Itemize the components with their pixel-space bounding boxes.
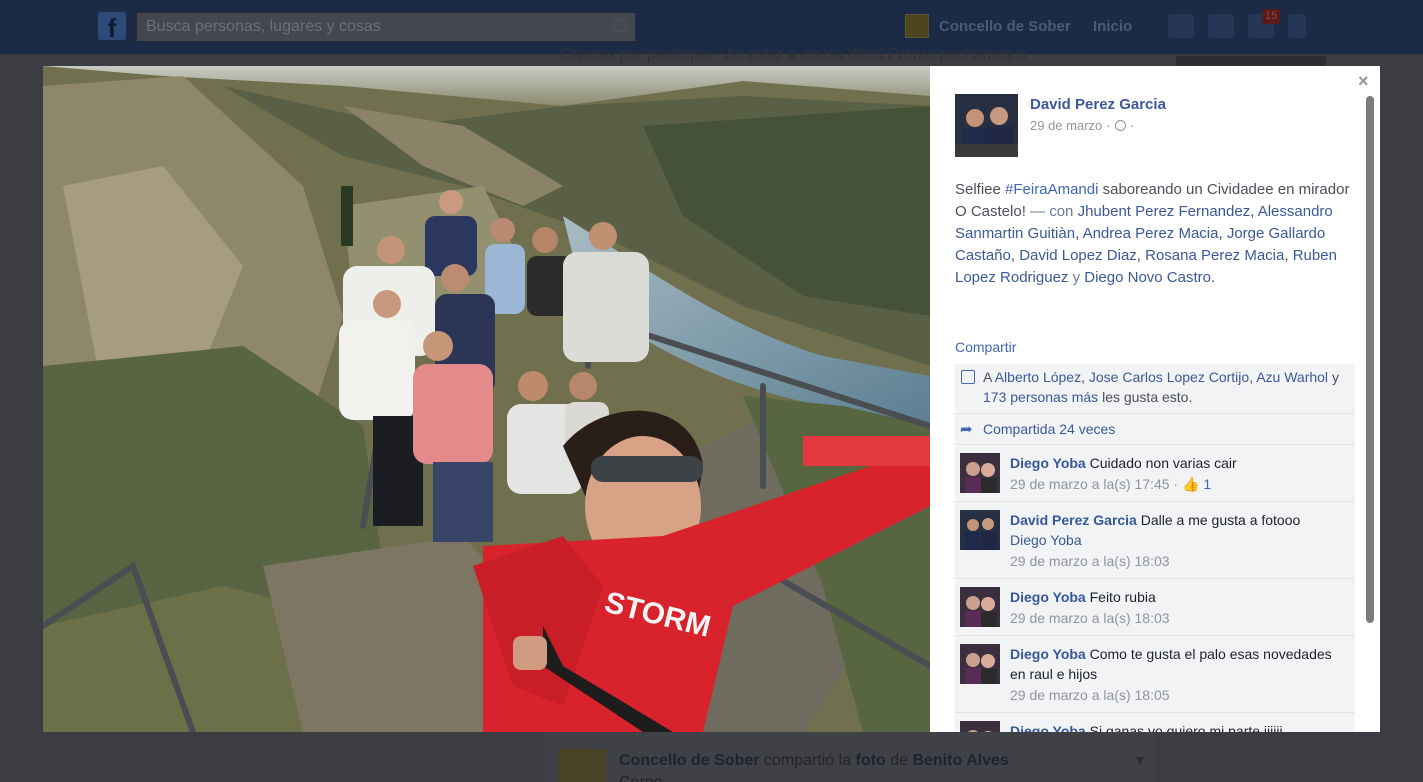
search-input[interactable]: Busca personas, lugares y cosas: [136, 12, 636, 42]
feedback-section: A Alberto López, Jose Carlos Lopez Corti…: [955, 364, 1355, 732]
photo-viewer: STORM × David Perez Garcia 29 de marzo ·: [43, 66, 1380, 732]
search-icon[interactable]: [613, 19, 627, 33]
commenter-name[interactable]: Diego Yoba: [1010, 646, 1086, 662]
notifications-badge: 15: [1262, 9, 1281, 24]
photo[interactable]: STORM: [43, 66, 930, 732]
commenter-avatar[interactable]: [960, 510, 1000, 550]
background-post-author: Concello de Sober: [619, 752, 760, 769]
comment-body: Diego Yoba Cuidado non varias cair: [1010, 453, 1349, 473]
comment-body: Diego Yoba Feito rubia: [1010, 587, 1349, 607]
comment: Diego Yoba Como te gusta el palo esas no…: [955, 636, 1355, 713]
caption-text: Selfiee: [955, 181, 1001, 198]
post-caption: Selfiee #FeiraAmandi saboreando un Civid…: [955, 181, 1350, 286]
tagged-person-link[interactable]: Jhubent Perez Fernandez: [1078, 203, 1251, 220]
post-meta: 29 de marzo · ·: [1030, 118, 1134, 133]
likes-prefix: A: [983, 369, 992, 385]
commenter-name[interactable]: Diego Yoba: [1010, 455, 1086, 471]
comment-text: Cuidado non varias cair: [1089, 455, 1237, 471]
comment-time[interactable]: 29 de marzo a la(s) 17:45: [1010, 476, 1170, 492]
and-word: y: [1072, 269, 1081, 286]
hashtag-link[interactable]: #FeiraAmandi: [1005, 181, 1098, 198]
background-status-text: Gracias por participar. Vai estar a cous…: [560, 46, 1027, 63]
thumbs-up-icon: [961, 370, 975, 384]
commenter-name[interactable]: Diego Yoba: [1010, 589, 1086, 605]
comment-meta: 29 de marzo a la(s) 18:03: [1010, 609, 1349, 627]
background-post-avatar: [558, 749, 606, 782]
comment-body: Diego Yoba Si ganas yo quiero mi parte j…: [1010, 721, 1349, 732]
close-icon[interactable]: ×: [1358, 71, 1369, 92]
selfie-photo-illustration: STORM: [43, 66, 930, 732]
tagged-person-link[interactable]: Andrea Perez Macia: [1083, 225, 1219, 242]
liker-link[interactable]: Azu Warhol: [1256, 369, 1328, 385]
comment: Diego Yoba Cuidado non varias cair 29 de…: [955, 445, 1355, 502]
likes-suffix: les gusta esto.: [1102, 389, 1193, 405]
account-menu-icon[interactable]: [1288, 14, 1306, 38]
comment-meta: 29 de marzo a la(s) 18:05: [1010, 686, 1349, 704]
background-post-prep: de: [890, 752, 908, 769]
with-label: — con: [1030, 203, 1074, 220]
author-name[interactable]: David Perez Garcia: [1030, 96, 1166, 113]
comment-time[interactable]: 29 de marzo a la(s) 18:03: [1010, 610, 1170, 626]
page-avatar: [905, 14, 929, 38]
background-post-header: Concello de Sober compartió la foto de B…: [619, 752, 1009, 770]
commenter-avatar[interactable]: [960, 644, 1000, 684]
commenter-name[interactable]: David Perez Garcia: [1010, 512, 1137, 528]
background-post-line2: Corpo: [619, 774, 663, 782]
comment-meta: 29 de marzo a la(s) 17:45 · 👍 1: [1010, 476, 1212, 492]
search-placeholder: Busca personas, lugares y cosas: [146, 18, 381, 35]
separator-dot: ·: [1129, 118, 1134, 133]
caption-period: .: [1211, 269, 1216, 286]
comment-time[interactable]: 29 de marzo a la(s) 18:03: [1010, 553, 1170, 569]
scrollbar-thumb[interactable]: [1366, 96, 1374, 623]
background-post-object: foto: [855, 752, 886, 769]
shares-count-label: Compartida 24 veces: [983, 421, 1116, 437]
background-post-source: Benito Alves: [912, 752, 1009, 769]
comment: Diego Yoba Feito rubia 29 de marzo a la(…: [955, 579, 1355, 636]
author-avatar[interactable]: [955, 94, 1018, 157]
scrollbar[interactable]: [1364, 94, 1375, 732]
mention-link[interactable]: Diego Yoba: [1010, 532, 1082, 548]
share-arrow-icon: ➦: [960, 421, 973, 438]
comment-text: Dalle a me gusta a fotooo: [1140, 512, 1301, 528]
likes-and: y: [1331, 369, 1339, 385]
likes-summary: A Alberto López, Jose Carlos Lopez Corti…: [955, 364, 1355, 414]
tagged-person-link[interactable]: Diego Novo Castro: [1084, 269, 1211, 286]
comment-like-count[interactable]: 1: [1203, 476, 1211, 492]
globe-icon[interactable]: [1114, 120, 1126, 131]
comment-meta: 29 de marzo a la(s) 18:03: [1010, 552, 1349, 570]
comment-body: Diego Yoba Como te gusta el palo esas no…: [1010, 644, 1349, 684]
liker-link[interactable]: Alberto López: [995, 369, 1081, 385]
comment-text: Feito rubia: [1089, 589, 1156, 605]
post-date[interactable]: 29 de marzo: [1030, 118, 1102, 133]
separator-dot: ·: [1106, 118, 1111, 133]
commenter-name[interactable]: Diego Yoba: [1010, 723, 1086, 732]
commenter-avatar[interactable]: [960, 587, 1000, 627]
page-shortcut[interactable]: Concello de Sober: [905, 14, 1071, 38]
more-likers-link[interactable]: 173 personas más: [983, 389, 1098, 405]
shares-count-link[interactable]: ➦ Compartida 24 veces: [955, 414, 1355, 445]
comment-time[interactable]: 29 de marzo a la(s) 18:05: [1010, 687, 1170, 703]
photo-sidebar: × David Perez Garcia 29 de marzo · · Sel…: [930, 66, 1380, 732]
messages-icon[interactable]: [1208, 14, 1234, 38]
friend-requests-icon[interactable]: [1168, 14, 1194, 38]
share-button[interactable]: Compartir: [955, 339, 1016, 355]
page-shortcut-label: Concello de Sober: [939, 17, 1071, 35]
commenter-avatar[interactable]: [960, 721, 1000, 732]
comment-body: David Perez Garcia Dalle a me gusta a fo…: [1010, 510, 1349, 550]
background-post-verb: compartió la: [763, 752, 852, 769]
chevron-down-icon[interactable]: ▼: [1133, 752, 1147, 768]
comment: David Perez Garcia Dalle a me gusta a fo…: [955, 502, 1355, 579]
comment: Diego Yoba Si ganas yo quiero mi parte j…: [955, 713, 1355, 732]
home-link[interactable]: Inicio: [1093, 18, 1132, 35]
commenter-avatar[interactable]: [960, 453, 1000, 493]
tagged-person-link[interactable]: David Lopez Diaz: [1019, 247, 1137, 264]
thumbs-up-icon[interactable]: 👍: [1182, 476, 1199, 492]
tagged-person-link[interactable]: Rosana Perez Macia: [1145, 247, 1284, 264]
facebook-logo[interactable]: f: [98, 12, 126, 43]
comment-text: Si ganas yo quiero mi parte jijiji: [1089, 723, 1283, 732]
liker-link[interactable]: Jose Carlos Lopez Cortijo: [1089, 369, 1249, 385]
